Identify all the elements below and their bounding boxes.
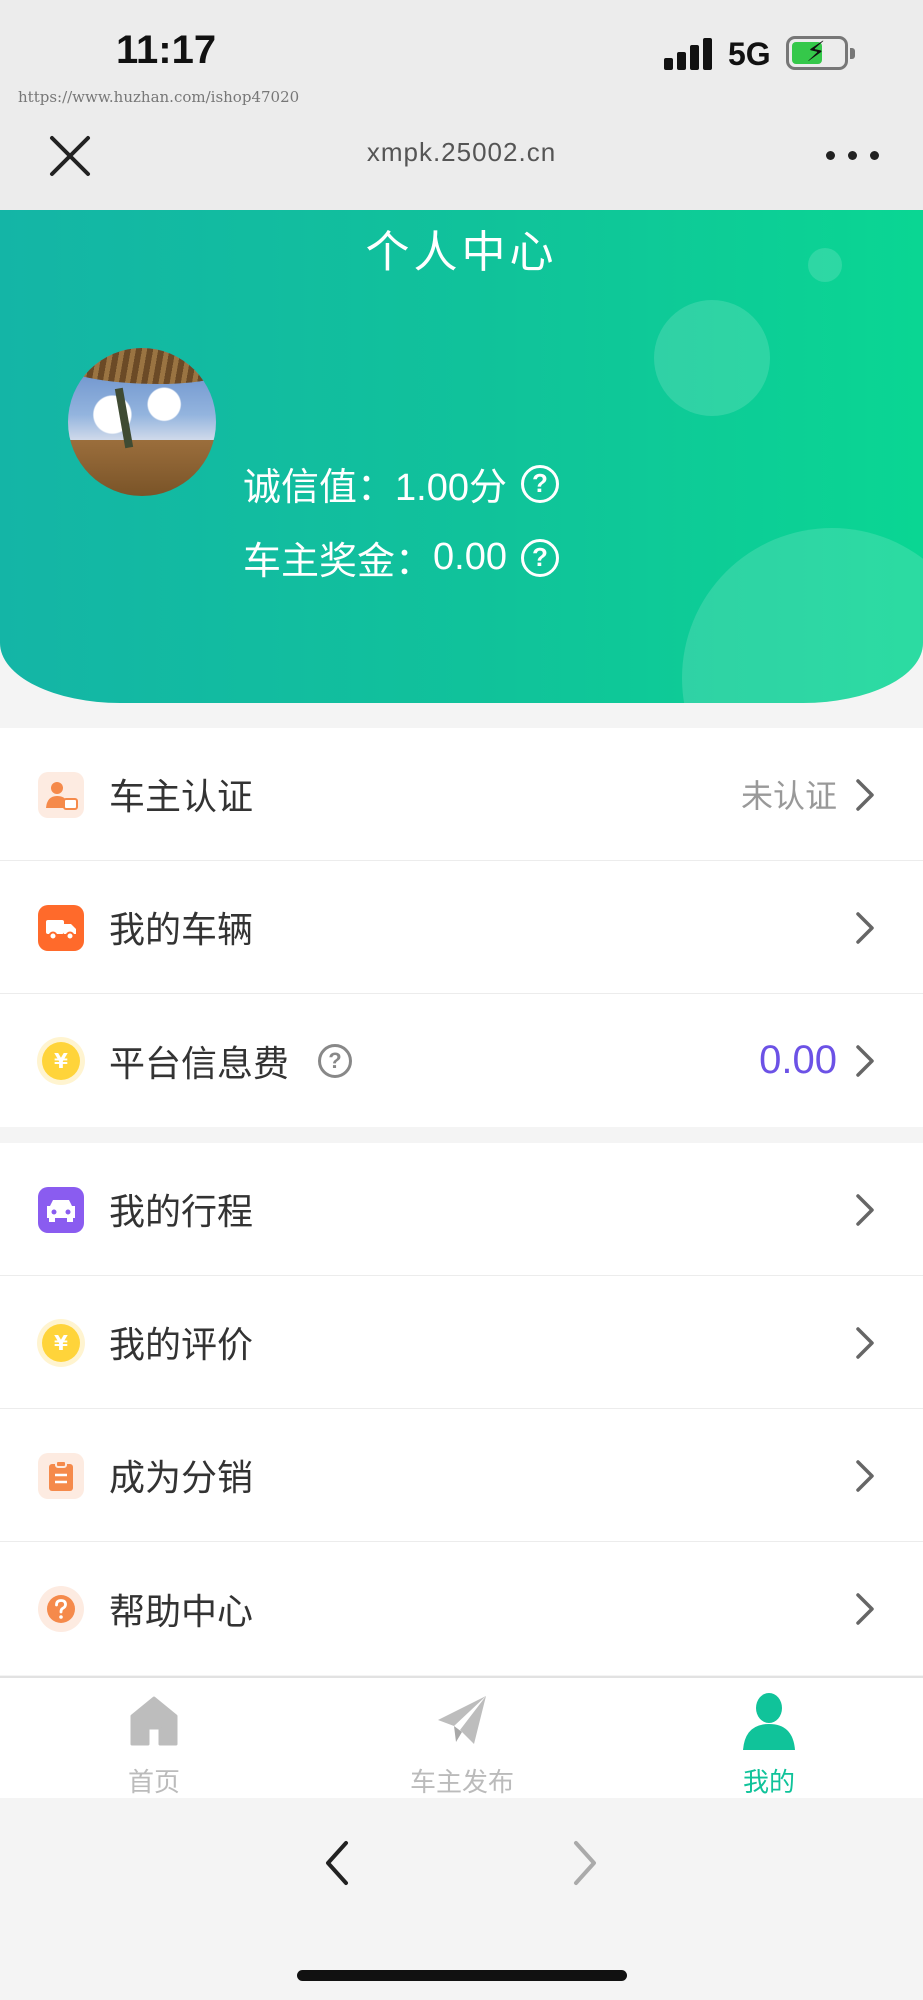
driver-bonus: 车主奖金： 0.00 ? xyxy=(243,530,559,585)
menu-group-services: 我的行程 ¥ 我的评价 成为分销 帮助中心 xyxy=(0,1143,923,1675)
yen-coin-icon: ¥ xyxy=(38,1038,84,1084)
menu-label: 我的评价 xyxy=(109,1325,254,1366)
signal-icon xyxy=(664,36,714,70)
browser-nav-bar xyxy=(0,1798,923,2000)
more-options-button[interactable] xyxy=(826,148,880,162)
credit-score: 诚信值： 1.00分 ? xyxy=(243,456,559,511)
bonus-help-icon[interactable]: ? xyxy=(520,538,559,577)
truck-icon xyxy=(38,905,84,951)
chevron-right-icon xyxy=(856,1593,874,1625)
menu-item-become-distributor[interactable]: 成为分销 xyxy=(0,1409,923,1542)
bonus-value: 0.00 xyxy=(433,536,507,578)
credit-value: 1.00分 xyxy=(395,467,507,509)
menu-label: 成为分销 xyxy=(109,1458,254,1499)
browser-top-bar: xmpk.25002.cn xyxy=(0,120,923,210)
decorative-bubble xyxy=(682,528,923,703)
menu-group-account: 车主认证 未认证 我的车辆 ¥ 平台信息费 ? 0.00 xyxy=(0,728,923,1127)
person-icon xyxy=(743,1693,795,1750)
chevron-right-icon xyxy=(856,1045,874,1077)
tab-home[interactable]: 首页 xyxy=(0,1678,308,1798)
credit-help-icon[interactable]: ? xyxy=(520,464,559,503)
menu-item-driver-verification[interactable]: 车主认证 未认证 xyxy=(0,728,923,861)
tab-label: 首页 xyxy=(127,1768,180,1798)
menu-item-my-reviews[interactable]: ¥ 我的评价 xyxy=(0,1276,923,1409)
menu-item-platform-fee[interactable]: ¥ 平台信息费 ? 0.00 xyxy=(0,994,923,1127)
home-icon xyxy=(130,1696,178,1746)
status-time: 11:17 xyxy=(116,28,217,72)
tab-mine[interactable]: 我的 xyxy=(615,1678,923,1798)
tab-label: 我的 xyxy=(742,1768,795,1798)
driver-badge-icon xyxy=(38,772,84,818)
page-title: 个人中心 xyxy=(365,227,558,278)
fee-help-icon[interactable]: ? xyxy=(318,1043,352,1078)
tab-publish[interactable]: 车主发布 xyxy=(308,1678,616,1798)
chevron-right-icon xyxy=(856,912,874,944)
paper-plane-icon xyxy=(438,1696,486,1744)
bottom-tab-bar: 首页 车主发布 我的 xyxy=(0,1676,923,1798)
menu-label: 平台信息费 xyxy=(109,1043,290,1085)
home-indicator[interactable] xyxy=(297,1970,627,1981)
back-button[interactable] xyxy=(322,1838,352,1888)
chevron-right-icon xyxy=(856,1460,874,1492)
page-url: xmpk.25002.cn xyxy=(366,137,557,167)
menu-item-help-center[interactable]: 帮助中心 xyxy=(0,1542,923,1675)
avatar[interactable] xyxy=(68,348,216,496)
watermark-text: https://www.huzhan.com/ishop47020 xyxy=(18,88,300,106)
chevron-right-icon xyxy=(856,1194,874,1226)
car-icon xyxy=(38,1187,84,1233)
platform-fee-amount: 0.00 xyxy=(759,1038,837,1082)
network-type: 5G xyxy=(728,36,771,72)
forward-button[interactable] xyxy=(570,1838,600,1888)
decorative-bubble xyxy=(654,300,770,416)
battery-icon: ⚡ xyxy=(786,35,855,70)
chevron-right-icon xyxy=(856,1327,874,1359)
status-bar: 11:17 5G ⚡ https://www.huzhan.com/ishop4… xyxy=(0,0,923,120)
chevron-right-icon xyxy=(856,779,874,811)
verification-status: 未认证 xyxy=(740,777,837,815)
help-circle-icon xyxy=(38,1586,84,1632)
menu-item-my-vehicles[interactable]: 我的车辆 xyxy=(0,861,923,994)
clipboard-icon xyxy=(38,1453,84,1499)
bonus-label: 车主奖金： xyxy=(243,539,434,583)
credit-label: 诚信值： xyxy=(243,465,396,509)
menu-item-my-trips[interactable]: 我的行程 xyxy=(0,1143,923,1276)
menu-label: 帮助中心 xyxy=(109,1591,254,1633)
menu-label: 我的车辆 xyxy=(109,910,254,951)
profile-header: 个人中心 诚信值： 1.00分 ? 车主奖金： 0.00 ? xyxy=(0,210,923,703)
tab-label: 车主发布 xyxy=(409,1768,514,1798)
yen-coin-icon: ¥ xyxy=(38,1320,84,1366)
menu-label: 车主认证 xyxy=(109,777,254,818)
menu-label: 我的行程 xyxy=(109,1192,254,1233)
